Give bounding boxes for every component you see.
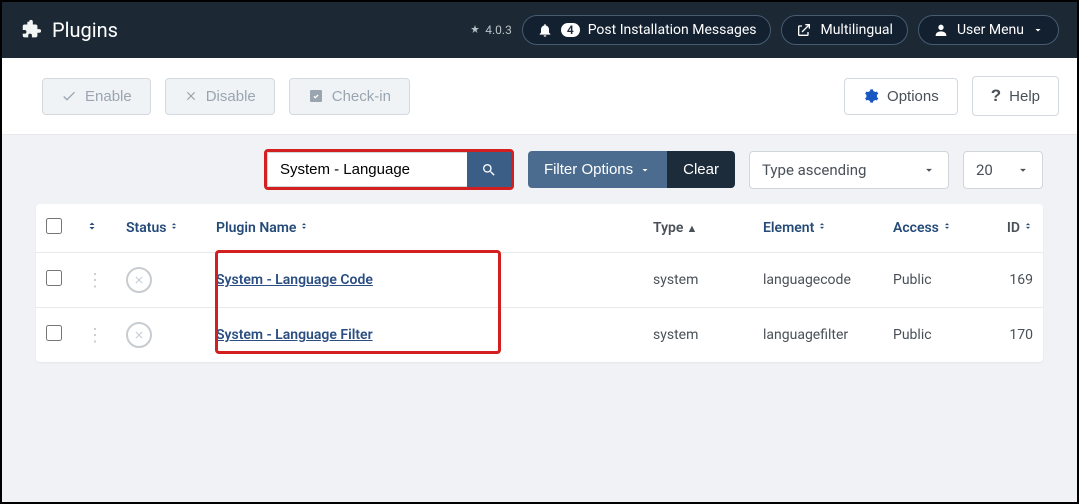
status-toggle[interactable] — [126, 267, 152, 293]
plugin-icon — [20, 19, 42, 41]
plugin-name-link[interactable]: System - Language Code — [216, 272, 373, 288]
id-cell: 170 — [983, 308, 1043, 363]
version-label: 4.0.3 — [469, 23, 512, 37]
options-button[interactable]: Options — [844, 78, 958, 115]
search-button[interactable] — [467, 152, 511, 187]
access-cell: Public — [883, 253, 983, 308]
chevron-down-icon — [1016, 163, 1030, 177]
type-cell: system — [643, 253, 753, 308]
pagesize-select[interactable]: 20 — [963, 151, 1043, 189]
row-checkbox[interactable] — [46, 325, 62, 341]
multilingual-button[interactable]: Multilingual — [781, 15, 907, 45]
table-row: ⋮ System - Language Filter systemlanguagef… — [36, 308, 1043, 363]
type-cell: system — [643, 308, 753, 363]
element-cell: languagefilter — [753, 308, 883, 363]
id-cell: 169 — [983, 253, 1043, 308]
clear-button[interactable]: Clear — [667, 151, 735, 188]
disable-button[interactable]: Disable — [165, 78, 275, 115]
plugin-name-column-header[interactable]: Plugin Name — [206, 204, 643, 253]
row-checkbox[interactable] — [46, 270, 62, 286]
page-title: Plugins — [52, 18, 118, 42]
select-all-checkbox[interactable] — [46, 218, 62, 234]
row-drag-handle[interactable]: ⋮ — [86, 325, 104, 346]
notifications-badge: 4 — [561, 23, 580, 37]
table-row: ⋮ System - Language Code systemlanguagecod… — [36, 253, 1043, 308]
access-column-header[interactable]: Access — [883, 204, 983, 253]
status-column-header[interactable]: Status — [116, 204, 206, 253]
status-toggle[interactable] — [126, 322, 152, 348]
question-icon: ? — [991, 86, 1001, 106]
chevron-down-icon — [922, 163, 936, 177]
type-column-header[interactable]: Type▲ — [643, 204, 753, 253]
element-cell: languagecode — [753, 253, 883, 308]
filter-options-button[interactable]: Filter Options — [528, 151, 667, 188]
search-input[interactable] — [267, 152, 467, 187]
checkin-button[interactable]: Check-in — [289, 78, 410, 115]
search-highlight-box — [264, 149, 514, 190]
order-column-header[interactable] — [76, 204, 116, 253]
row-drag-handle[interactable]: ⋮ — [86, 270, 104, 291]
enable-button[interactable]: Enable — [42, 78, 151, 115]
plugin-name-link[interactable]: System - Language Filter — [216, 327, 373, 343]
user-menu-button[interactable]: User Menu — [918, 15, 1059, 45]
help-button[interactable]: ? Help — [972, 76, 1059, 116]
notifications-button[interactable]: 4 Post Installation Messages — [522, 15, 772, 45]
access-cell: Public — [883, 308, 983, 363]
element-column-header[interactable]: Element — [753, 204, 883, 253]
id-column-header[interactable]: ID — [983, 204, 1043, 253]
sort-select[interactable]: Type ascending — [749, 151, 949, 189]
